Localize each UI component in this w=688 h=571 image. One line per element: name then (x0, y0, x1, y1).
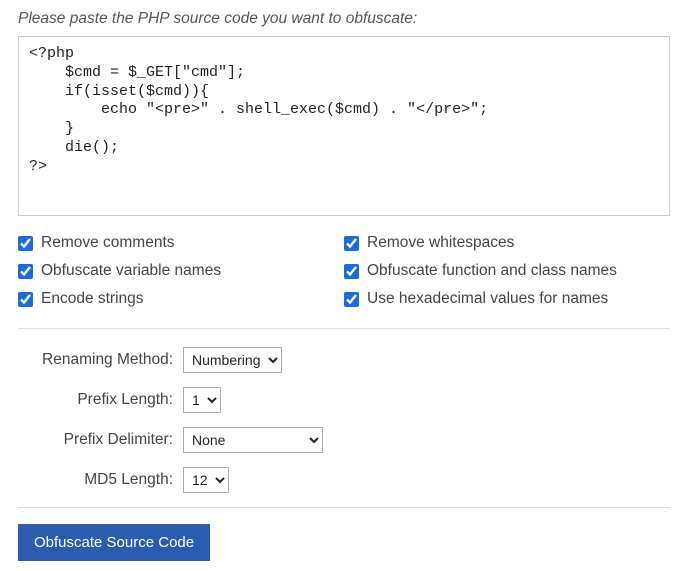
obfuscate-variable-names-label: Obfuscate variable names (41, 262, 221, 280)
obfuscate-function-class-names-label: Obfuscate function and class names (367, 262, 617, 280)
use-hex-values-label: Use hexadecimal values for names (367, 290, 608, 308)
remove-comments-label: Remove comments (41, 234, 175, 252)
prefix-delimiter-row: Prefix Delimiter: None (18, 427, 670, 453)
obfuscate-variable-names-checkbox[interactable] (18, 264, 33, 279)
option-use-hex-values: Use hexadecimal values for names (344, 290, 670, 308)
source-code-input[interactable] (18, 36, 670, 216)
encode-strings-checkbox[interactable] (18, 292, 33, 307)
remove-comments-checkbox[interactable] (18, 236, 33, 251)
md5-length-select[interactable]: 12 (183, 467, 229, 493)
divider-2 (18, 507, 670, 508)
prefix-length-label: Prefix Length: (18, 391, 183, 409)
renaming-method-row: Renaming Method: Numbering (18, 347, 670, 373)
remove-whitespaces-label: Remove whitespaces (367, 234, 514, 252)
prefix-delimiter-select[interactable]: None (183, 427, 323, 453)
instruction-text: Please paste the PHP source code you wan… (18, 10, 670, 28)
options-col-1: Remove comments Obfuscate variable names E… (18, 234, 344, 318)
option-remove-whitespaces: Remove whitespaces (344, 234, 670, 252)
renaming-method-label: Renaming Method: (18, 351, 183, 369)
option-obfuscate-variable-names: Obfuscate variable names (18, 262, 344, 280)
remove-whitespaces-checkbox[interactable] (344, 236, 359, 251)
renaming-method-select[interactable]: Numbering (183, 347, 282, 373)
options-col-2: Remove whitespaces Obfuscate function and… (344, 234, 670, 318)
option-remove-comments: Remove comments (18, 234, 344, 252)
md5-length-label: MD5 Length: (18, 471, 183, 489)
option-encode-strings: Encode strings (18, 290, 344, 308)
md5-length-row: MD5 Length: 12 (18, 467, 670, 493)
options-container: Remove comments Obfuscate variable names E… (18, 234, 670, 318)
option-obfuscate-function-class-names: Obfuscate function and class names (344, 262, 670, 280)
encode-strings-label: Encode strings (41, 290, 144, 308)
obfuscate-function-class-names-checkbox[interactable] (344, 264, 359, 279)
prefix-delimiter-label: Prefix Delimiter: (18, 431, 183, 449)
prefix-length-row: Prefix Length: 1 (18, 387, 670, 413)
divider-1 (18, 328, 670, 329)
use-hex-values-checkbox[interactable] (344, 292, 359, 307)
prefix-length-select[interactable]: 1 (183, 387, 221, 413)
obfuscate-button[interactable]: Obfuscate Source Code (18, 524, 210, 561)
